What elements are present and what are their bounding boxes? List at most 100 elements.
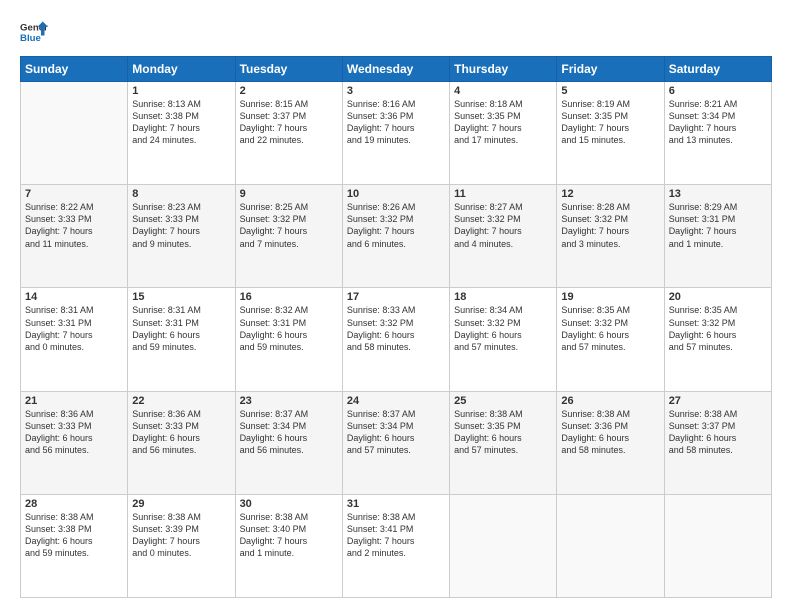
calendar-cell: 2Sunrise: 8:15 AMSunset: 3:37 PMDaylight… [235, 82, 342, 185]
day-number: 18 [454, 291, 552, 303]
calendar-cell: 19Sunrise: 8:35 AMSunset: 3:32 PMDayligh… [557, 288, 664, 391]
calendar-cell: 4Sunrise: 8:18 AMSunset: 3:35 PMDaylight… [450, 82, 557, 185]
day-header-wednesday: Wednesday [342, 57, 449, 82]
calendar-cell: 22Sunrise: 8:36 AMSunset: 3:33 PMDayligh… [128, 391, 235, 494]
calendar-cell: 13Sunrise: 8:29 AMSunset: 3:31 PMDayligh… [664, 185, 771, 288]
day-number: 26 [561, 395, 659, 407]
svg-text:Blue: Blue [20, 33, 41, 44]
day-number: 1 [132, 85, 230, 97]
day-number: 3 [347, 85, 445, 97]
cell-info: Sunrise: 8:25 AMSunset: 3:32 PMDaylight:… [240, 201, 338, 250]
cell-info: Sunrise: 8:37 AMSunset: 3:34 PMDaylight:… [347, 408, 445, 457]
day-header-tuesday: Tuesday [235, 57, 342, 82]
calendar-cell: 15Sunrise: 8:31 AMSunset: 3:31 PMDayligh… [128, 288, 235, 391]
day-number: 4 [454, 85, 552, 97]
calendar-cell: 21Sunrise: 8:36 AMSunset: 3:33 PMDayligh… [21, 391, 128, 494]
day-number: 22 [132, 395, 230, 407]
cell-info: Sunrise: 8:34 AMSunset: 3:32 PMDaylight:… [454, 304, 552, 353]
week-row-3: 14Sunrise: 8:31 AMSunset: 3:31 PMDayligh… [21, 288, 772, 391]
day-number: 6 [669, 85, 767, 97]
calendar-cell [557, 494, 664, 597]
calendar-cell: 29Sunrise: 8:38 AMSunset: 3:39 PMDayligh… [128, 494, 235, 597]
cell-info: Sunrise: 8:35 AMSunset: 3:32 PMDaylight:… [561, 304, 659, 353]
logo-icon: General Blue [20, 18, 48, 46]
cell-info: Sunrise: 8:27 AMSunset: 3:32 PMDaylight:… [454, 201, 552, 250]
calendar-cell: 10Sunrise: 8:26 AMSunset: 3:32 PMDayligh… [342, 185, 449, 288]
cell-info: Sunrise: 8:38 AMSunset: 3:38 PMDaylight:… [25, 511, 123, 560]
day-number: 31 [347, 498, 445, 510]
day-number: 15 [132, 291, 230, 303]
cell-info: Sunrise: 8:13 AMSunset: 3:38 PMDaylight:… [132, 98, 230, 147]
calendar-cell: 6Sunrise: 8:21 AMSunset: 3:34 PMDaylight… [664, 82, 771, 185]
cell-info: Sunrise: 8:33 AMSunset: 3:32 PMDaylight:… [347, 304, 445, 353]
cell-info: Sunrise: 8:23 AMSunset: 3:33 PMDaylight:… [132, 201, 230, 250]
day-number: 21 [25, 395, 123, 407]
day-number: 28 [25, 498, 123, 510]
cell-info: Sunrise: 8:21 AMSunset: 3:34 PMDaylight:… [669, 98, 767, 147]
cell-info: Sunrise: 8:38 AMSunset: 3:37 PMDaylight:… [669, 408, 767, 457]
calendar-cell: 7Sunrise: 8:22 AMSunset: 3:33 PMDaylight… [21, 185, 128, 288]
day-header-sunday: Sunday [21, 57, 128, 82]
day-number: 5 [561, 85, 659, 97]
calendar-cell: 3Sunrise: 8:16 AMSunset: 3:36 PMDaylight… [342, 82, 449, 185]
calendar-cell: 28Sunrise: 8:38 AMSunset: 3:38 PMDayligh… [21, 494, 128, 597]
day-number: 13 [669, 188, 767, 200]
day-header-thursday: Thursday [450, 57, 557, 82]
day-number: 19 [561, 291, 659, 303]
calendar-cell: 30Sunrise: 8:38 AMSunset: 3:40 PMDayligh… [235, 494, 342, 597]
calendar-cell: 5Sunrise: 8:19 AMSunset: 3:35 PMDaylight… [557, 82, 664, 185]
day-number: 11 [454, 188, 552, 200]
day-number: 10 [347, 188, 445, 200]
cell-info: Sunrise: 8:38 AMSunset: 3:36 PMDaylight:… [561, 408, 659, 457]
cell-info: Sunrise: 8:18 AMSunset: 3:35 PMDaylight:… [454, 98, 552, 147]
day-number: 2 [240, 85, 338, 97]
day-number: 14 [25, 291, 123, 303]
calendar-cell [664, 494, 771, 597]
cell-info: Sunrise: 8:22 AMSunset: 3:33 PMDaylight:… [25, 201, 123, 250]
day-number: 25 [454, 395, 552, 407]
day-number: 30 [240, 498, 338, 510]
page: General Blue SundayMondayTuesdayWednesda… [0, 0, 792, 612]
week-row-2: 7Sunrise: 8:22 AMSunset: 3:33 PMDaylight… [21, 185, 772, 288]
day-header-friday: Friday [557, 57, 664, 82]
header-row: SundayMondayTuesdayWednesdayThursdayFrid… [21, 57, 772, 82]
calendar-cell [450, 494, 557, 597]
logo: General Blue [20, 18, 48, 46]
day-number: 20 [669, 291, 767, 303]
cell-info: Sunrise: 8:38 AMSunset: 3:40 PMDaylight:… [240, 511, 338, 560]
cell-info: Sunrise: 8:32 AMSunset: 3:31 PMDaylight:… [240, 304, 338, 353]
calendar-cell: 31Sunrise: 8:38 AMSunset: 3:41 PMDayligh… [342, 494, 449, 597]
cell-info: Sunrise: 8:26 AMSunset: 3:32 PMDaylight:… [347, 201, 445, 250]
calendar-cell: 11Sunrise: 8:27 AMSunset: 3:32 PMDayligh… [450, 185, 557, 288]
calendar-cell: 27Sunrise: 8:38 AMSunset: 3:37 PMDayligh… [664, 391, 771, 494]
week-row-1: 1Sunrise: 8:13 AMSunset: 3:38 PMDaylight… [21, 82, 772, 185]
cell-info: Sunrise: 8:19 AMSunset: 3:35 PMDaylight:… [561, 98, 659, 147]
week-row-5: 28Sunrise: 8:38 AMSunset: 3:38 PMDayligh… [21, 494, 772, 597]
cell-info: Sunrise: 8:38 AMSunset: 3:35 PMDaylight:… [454, 408, 552, 457]
calendar-cell: 1Sunrise: 8:13 AMSunset: 3:38 PMDaylight… [128, 82, 235, 185]
day-header-monday: Monday [128, 57, 235, 82]
calendar-cell: 25Sunrise: 8:38 AMSunset: 3:35 PMDayligh… [450, 391, 557, 494]
day-number: 16 [240, 291, 338, 303]
cell-info: Sunrise: 8:36 AMSunset: 3:33 PMDaylight:… [25, 408, 123, 457]
calendar-cell: 17Sunrise: 8:33 AMSunset: 3:32 PMDayligh… [342, 288, 449, 391]
calendar-cell: 20Sunrise: 8:35 AMSunset: 3:32 PMDayligh… [664, 288, 771, 391]
day-number: 12 [561, 188, 659, 200]
day-number: 17 [347, 291, 445, 303]
day-header-saturday: Saturday [664, 57, 771, 82]
cell-info: Sunrise: 8:38 AMSunset: 3:39 PMDaylight:… [132, 511, 230, 560]
cell-info: Sunrise: 8:31 AMSunset: 3:31 PMDaylight:… [132, 304, 230, 353]
calendar-cell: 14Sunrise: 8:31 AMSunset: 3:31 PMDayligh… [21, 288, 128, 391]
calendar-cell: 8Sunrise: 8:23 AMSunset: 3:33 PMDaylight… [128, 185, 235, 288]
calendar-cell: 9Sunrise: 8:25 AMSunset: 3:32 PMDaylight… [235, 185, 342, 288]
day-number: 24 [347, 395, 445, 407]
cell-info: Sunrise: 8:31 AMSunset: 3:31 PMDaylight:… [25, 304, 123, 353]
cell-info: Sunrise: 8:29 AMSunset: 3:31 PMDaylight:… [669, 201, 767, 250]
cell-info: Sunrise: 8:38 AMSunset: 3:41 PMDaylight:… [347, 511, 445, 560]
cell-info: Sunrise: 8:15 AMSunset: 3:37 PMDaylight:… [240, 98, 338, 147]
cell-info: Sunrise: 8:35 AMSunset: 3:32 PMDaylight:… [669, 304, 767, 353]
week-row-4: 21Sunrise: 8:36 AMSunset: 3:33 PMDayligh… [21, 391, 772, 494]
calendar-cell: 16Sunrise: 8:32 AMSunset: 3:31 PMDayligh… [235, 288, 342, 391]
calendar-cell [21, 82, 128, 185]
calendar-table: SundayMondayTuesdayWednesdayThursdayFrid… [20, 56, 772, 598]
